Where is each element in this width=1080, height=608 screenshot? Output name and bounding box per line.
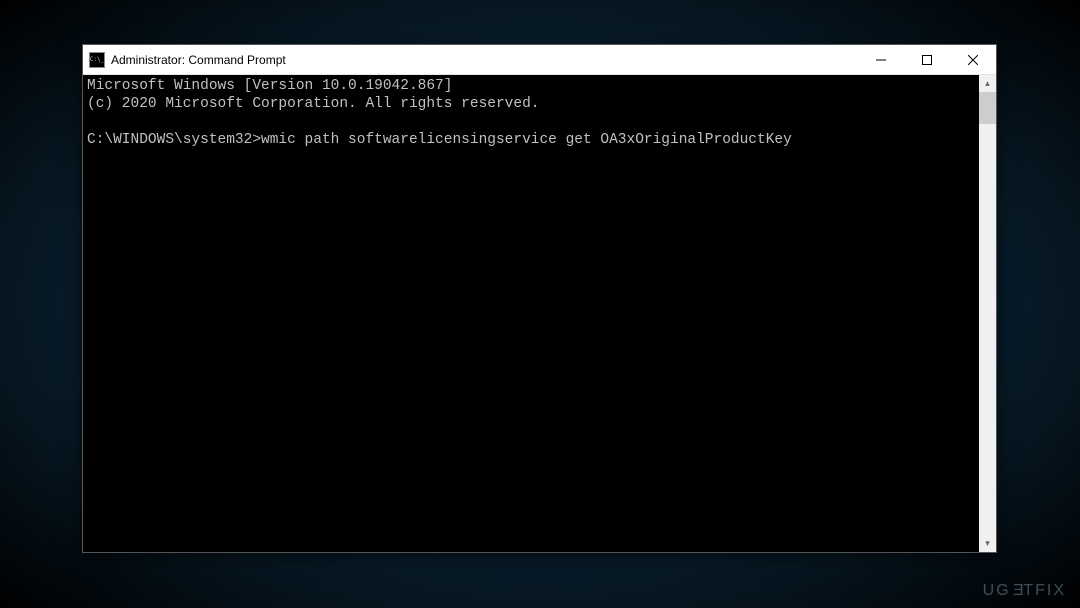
minimize-button[interactable] (858, 45, 904, 74)
scroll-down-button[interactable]: ▾ (979, 535, 996, 552)
vertical-scrollbar[interactable]: ▴ ▾ (979, 75, 996, 552)
command-prompt-window: Administrator: Command Prompt Microsoft … (82, 44, 997, 553)
console-line: (c) 2020 Microsoft Corporation. All righ… (87, 96, 539, 112)
console-line: Microsoft Windows [Version 10.0.19042.86… (87, 78, 452, 94)
maximize-button[interactable] (904, 45, 950, 74)
titlebar[interactable]: Administrator: Command Prompt (83, 45, 996, 75)
watermark: UGETFIX (983, 582, 1066, 600)
cmd-icon (89, 52, 105, 68)
window-controls (858, 45, 996, 74)
typed-command: wmic path softwarelicensingservice get O… (261, 132, 792, 148)
close-button[interactable] (950, 45, 996, 74)
window-title: Administrator: Command Prompt (111, 53, 286, 67)
maximize-icon (922, 55, 932, 65)
prompt: C:\WINDOWS\system32> (87, 132, 261, 148)
client-area: Microsoft Windows [Version 10.0.19042.86… (83, 75, 996, 552)
minimize-icon (876, 55, 886, 65)
console-output[interactable]: Microsoft Windows [Version 10.0.19042.86… (83, 75, 979, 552)
close-icon (968, 55, 978, 65)
scroll-up-button[interactable]: ▴ (979, 75, 996, 92)
console-prompt-line: C:\WINDOWS\system32>wmic path softwareli… (87, 132, 792, 148)
scroll-thumb[interactable] (979, 92, 996, 124)
titlebar-left: Administrator: Command Prompt (83, 52, 858, 68)
